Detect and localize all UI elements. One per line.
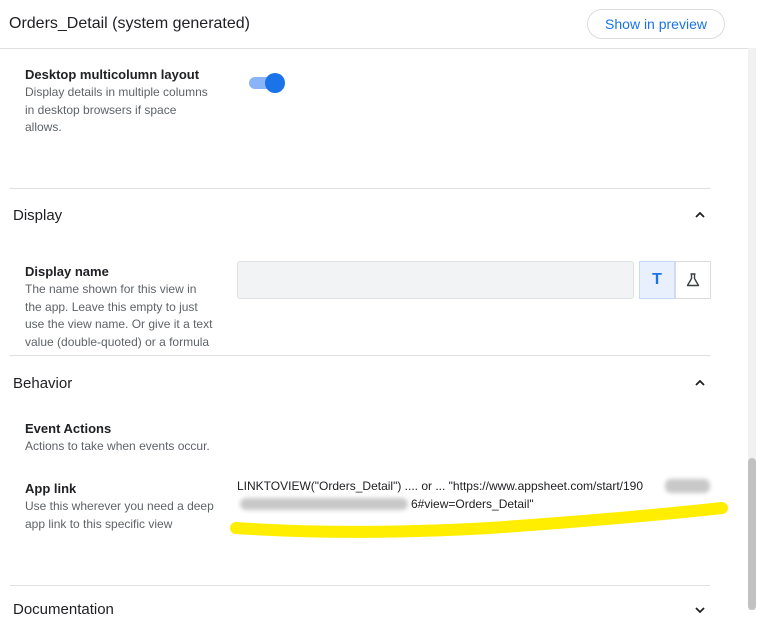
text-mode-button[interactable]: T — [639, 261, 675, 299]
show-in-preview-button[interactable]: Show in preview — [587, 9, 725, 39]
description-line: in desktop browsers if space — [25, 102, 177, 117]
event-actions-description: Actions to take when events occur. — [25, 439, 210, 453]
scrollbar-thumb[interactable] — [748, 458, 756, 610]
chevron-up-icon[interactable] — [693, 376, 707, 390]
divider — [10, 355, 710, 356]
app-link-value-line-1: LINKTOVIEW("Orders_Detail") .... or ... … — [237, 479, 644, 493]
divider — [10, 188, 710, 189]
description-line: value (double-quoted) or a formula — [25, 334, 210, 349]
app-link-description: Use this wherever you need a deep app li… — [25, 498, 214, 533]
event-actions-label: Event Actions — [25, 421, 112, 436]
chevron-up-icon[interactable] — [693, 208, 707, 222]
section-title-display: Display — [13, 207, 63, 224]
description-line: the app. Leave this empty to just — [25, 299, 198, 314]
description-line: Use this wherever you need a deep — [25, 499, 214, 513]
redacted-blur — [665, 479, 710, 493]
view-title: Orders_Detail (system generated) — [9, 15, 250, 32]
divider — [10, 585, 710, 586]
description-line: use the view name. Or give it a text — [25, 317, 213, 331]
app-link-label: App link — [25, 481, 77, 496]
desktop-multicolumn-label: Desktop multicolumn layout — [25, 67, 200, 82]
description-line: The name shown for this view in — [25, 282, 197, 296]
display-name-input[interactable] — [237, 261, 634, 299]
display-name-label: Display name — [25, 264, 109, 279]
description-line: Display details in multiple columns — [25, 85, 208, 99]
chevron-down-icon[interactable] — [693, 603, 707, 617]
flask-icon — [686, 273, 700, 287]
desktop-multicolumn-description: Display details in multiple columns in d… — [25, 84, 208, 137]
toggle-knob[interactable] — [265, 73, 285, 93]
section-title-behavior: Behavior — [13, 375, 73, 392]
description-line: app link to this specific view — [25, 516, 173, 531]
description-line: allows. — [25, 120, 62, 134]
view-header: Orders_Detail (system generated) Show in… — [0, 0, 750, 49]
formula-mode-button[interactable] — [675, 261, 711, 299]
text-mode-icon: T — [652, 271, 662, 288]
highlight-scribble — [230, 502, 728, 538]
display-name-description: The name shown for this view in the app.… — [25, 281, 212, 351]
